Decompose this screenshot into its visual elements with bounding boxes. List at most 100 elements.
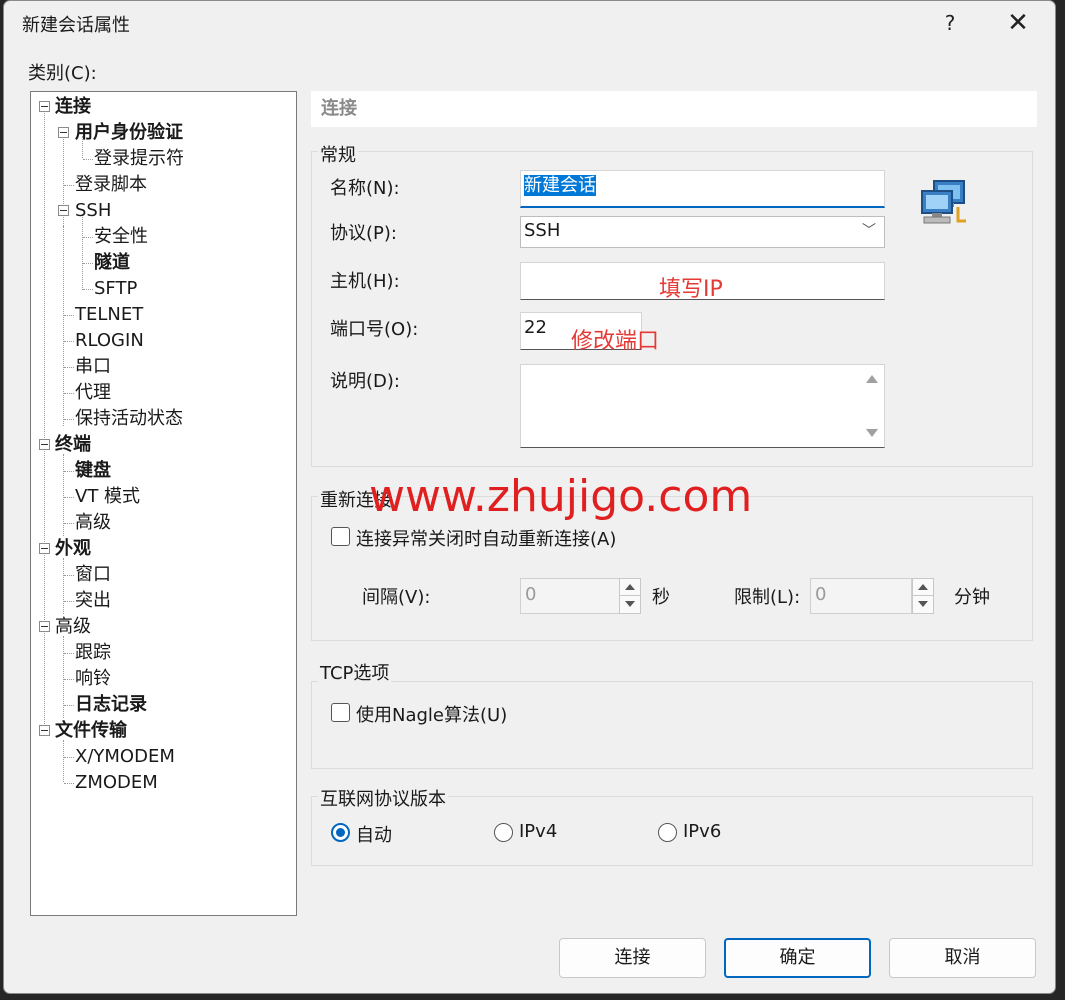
description-label: 说明(D): (330, 371, 400, 392)
stepper-down-icon[interactable] (913, 596, 933, 613)
scroll-up-icon[interactable] (866, 375, 878, 383)
nagle-checkbox[interactable] (331, 703, 350, 722)
tree-guide-line (64, 471, 74, 472)
minutes-unit: 分钟 (954, 587, 990, 608)
tree-guide-line (63, 558, 64, 614)
seconds-unit: 秒 (652, 587, 670, 608)
ipv6-radio[interactable] (658, 823, 677, 842)
ipv4-label[interactable]: IPv4 (519, 821, 557, 842)
help-button[interactable]: ? (927, 3, 973, 43)
tree-item-terminal-advanced[interactable]: 高级 (75, 510, 111, 536)
collapse-icon[interactable] (58, 127, 69, 138)
tree-item-zmodem[interactable]: ZMODEM (75, 770, 158, 796)
tree-item-sftp[interactable]: SFTP (94, 276, 137, 302)
stepper-down-icon[interactable] (620, 596, 640, 613)
cancel-button[interactable]: 取消 (889, 938, 1036, 978)
collapse-icon[interactable] (39, 543, 50, 554)
tree-guide-line (64, 367, 74, 368)
general-group-label: 常规 (318, 141, 358, 167)
tree-guide-line (64, 757, 74, 758)
tree-guide-line (83, 289, 93, 290)
collapse-icon[interactable] (39, 101, 50, 112)
limit-stepper[interactable] (912, 578, 934, 614)
tree-item-tunnel[interactable]: 隧道 (94, 250, 130, 276)
collapse-icon[interactable] (58, 205, 69, 216)
ipv4-radio[interactable] (494, 823, 513, 842)
description-scrollbar[interactable] (860, 365, 884, 447)
interval-stepper[interactable] (619, 578, 641, 614)
tree-guide-line (64, 419, 74, 420)
tree-item-highlight[interactable]: 突出 (75, 588, 111, 614)
auto-reconnect-label[interactable]: 连接异常关闭时自动重新连接(A) (356, 525, 616, 551)
tree-item-file-transfer[interactable]: 文件传输 (55, 718, 127, 744)
collapse-icon[interactable] (39, 725, 50, 736)
tree-guide-line (64, 575, 74, 576)
collapse-icon[interactable] (39, 621, 50, 632)
title-bar: 新建会话属性 ? ✕ (4, 1, 1055, 45)
stepper-up-icon[interactable] (620, 579, 640, 596)
tree-item-bell[interactable]: 响铃 (75, 666, 111, 692)
limit-field[interactable]: 0 (810, 578, 912, 614)
tree-item-xymodem[interactable]: X/YMODEM (75, 744, 175, 770)
tree-item-ssh[interactable]: SSH (75, 198, 111, 224)
tree-guide-line (64, 783, 74, 784)
port-label: 端口号(O): (330, 319, 419, 340)
ip-auto-radio[interactable] (331, 823, 350, 842)
interval-label: 间隔(V): (362, 587, 431, 608)
stepper-up-icon[interactable] (913, 579, 933, 596)
tree-guide-line (64, 497, 74, 498)
tree-item-vt-mode[interactable]: VT 模式 (75, 484, 140, 510)
tcp-options-group-label: TCP选项 (318, 659, 392, 685)
protocol-select[interactable]: SSH ﹀ (520, 216, 885, 248)
network-computers-icon (921, 180, 966, 224)
protocol-select-value: SSH (524, 220, 561, 241)
close-button[interactable]: ✕ (995, 3, 1041, 43)
tree-item-connection[interactable]: 连接 (55, 94, 91, 120)
tree-guide-line (64, 393, 74, 394)
session-properties-dialog: 新建会话属性 ? ✕ 类别(C): 连接 用户身份验证 登录提示符 登录脚本 S… (3, 0, 1056, 994)
host-label: 主机(H): (330, 271, 400, 292)
ipv6-label[interactable]: IPv6 (683, 821, 721, 842)
interval-field[interactable]: 0 (520, 578, 620, 614)
tree-item-trace[interactable]: 跟踪 (75, 640, 111, 666)
name-field[interactable]: 新建会话 (520, 170, 885, 208)
tree-item-keepalive[interactable]: 保持活动状态 (75, 406, 183, 432)
connect-button[interactable]: 连接 (559, 938, 706, 978)
tree-guide-line (44, 110, 45, 732)
tree-item-advanced[interactable]: 高级 (55, 614, 91, 640)
tree-item-security[interactable]: 安全性 (94, 224, 148, 250)
tree-guide-line (83, 237, 93, 238)
ok-button[interactable]: 确定 (724, 938, 871, 978)
tree-guide-line (64, 601, 74, 602)
tree-item-serial[interactable]: 串口 (75, 354, 111, 380)
description-field[interactable] (520, 364, 885, 448)
tree-guide-line (64, 341, 74, 342)
tree-guide-line (63, 136, 64, 212)
tree-item-login-script[interactable]: 登录脚本 (75, 172, 147, 198)
tree-item-telnet[interactable]: TELNET (75, 302, 143, 328)
tree-guide-line (63, 226, 64, 426)
tree-guide-line (82, 214, 83, 290)
tree-item-auth[interactable]: 用户身份验证 (75, 120, 183, 146)
tree-item-window[interactable]: 窗口 (75, 562, 111, 588)
category-tree[interactable]: 连接 用户身份验证 登录提示符 登录脚本 SSH 安全性 隧道 SFTP TEL… (30, 91, 297, 916)
port-annotation: 修改端口 (571, 329, 660, 354)
tree-guide-line (64, 315, 74, 316)
tree-item-appearance[interactable]: 外观 (55, 536, 91, 562)
tree-item-rlogin[interactable]: RLOGIN (75, 328, 144, 354)
port-field-value: 22 (524, 317, 547, 338)
tree-item-proxy[interactable]: 代理 (75, 380, 111, 406)
ip-auto-label[interactable]: 自动 (356, 821, 392, 847)
collapse-icon[interactable] (39, 439, 50, 450)
tree-item-terminal[interactable]: 终端 (55, 432, 91, 458)
nagle-label[interactable]: 使用Nagle算法(U) (356, 701, 507, 727)
tree-item-login-prompt[interactable]: 登录提示符 (94, 146, 184, 172)
chevron-down-icon: ﹀ (862, 223, 876, 239)
watermark-text: www.zhujigo.com (369, 471, 753, 522)
scroll-down-icon[interactable] (866, 429, 878, 437)
tree-item-logging[interactable]: 日志记录 (75, 692, 147, 718)
tree-guide-line (83, 263, 93, 264)
auto-reconnect-checkbox[interactable] (331, 527, 350, 546)
protocol-label: 协议(P): (330, 223, 397, 244)
tree-item-keyboard[interactable]: 键盘 (75, 458, 111, 484)
